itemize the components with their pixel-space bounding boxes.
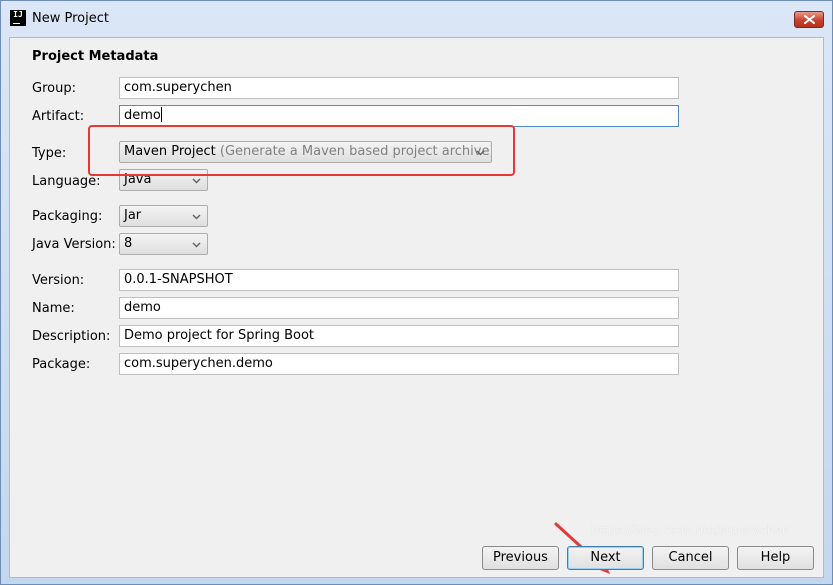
- chevron-down-icon: [192, 214, 201, 220]
- window-title: New Project: [32, 11, 109, 26]
- intellij-logo-icon: IJ: [10, 10, 26, 26]
- text-caret: [160, 107, 162, 122]
- chevron-down-icon: [192, 178, 201, 184]
- package-label: Package:: [32, 357, 91, 372]
- annotation-highlight-box: [88, 125, 515, 176]
- name-field[interactable]: demo: [119, 297, 679, 319]
- close-button[interactable]: [794, 11, 824, 28]
- package-field[interactable]: com.superychen.demo: [119, 353, 679, 375]
- help-button[interactable]: Help: [737, 546, 814, 570]
- version-label: Version:: [32, 273, 85, 288]
- dialog-content: Project Metadata Group: com.superychen A…: [9, 37, 824, 578]
- type-label: Type:: [32, 146, 67, 161]
- artifact-label: Artifact:: [32, 109, 85, 124]
- artifact-field[interactable]: demo: [119, 105, 679, 127]
- description-label: Description:: [32, 329, 111, 344]
- java-version-label: Java Version:: [32, 237, 116, 252]
- version-field[interactable]: 0.0.1-SNAPSHOT: [119, 269, 679, 291]
- next-button[interactable]: Next: [567, 546, 644, 570]
- packaging-dropdown[interactable]: Jar: [119, 205, 208, 227]
- new-project-dialog: IJ New Project Project Metadata Group: c…: [0, 0, 833, 585]
- chevron-down-icon: [192, 242, 201, 248]
- description-field[interactable]: Demo project for Spring Boot: [119, 325, 679, 347]
- group-label: Group:: [32, 81, 76, 96]
- java-version-dropdown[interactable]: 8: [119, 233, 208, 255]
- packaging-label: Packaging:: [32, 209, 103, 224]
- name-label: Name:: [32, 301, 75, 316]
- group-field[interactable]: com.superychen: [119, 77, 679, 99]
- artifact-value: demo: [124, 108, 161, 123]
- watermark-text: https://blog.csdn.net/superychen: [591, 523, 790, 537]
- language-label: Language:: [32, 174, 101, 189]
- section-title: Project Metadata: [32, 49, 159, 64]
- close-icon: [804, 15, 815, 24]
- previous-button[interactable]: Previous: [482, 546, 559, 570]
- java-version-value: 8: [124, 236, 133, 251]
- title-bar[interactable]: IJ New Project: [1, 1, 832, 37]
- packaging-value: Jar: [124, 208, 142, 223]
- cancel-button[interactable]: Cancel: [652, 546, 729, 570]
